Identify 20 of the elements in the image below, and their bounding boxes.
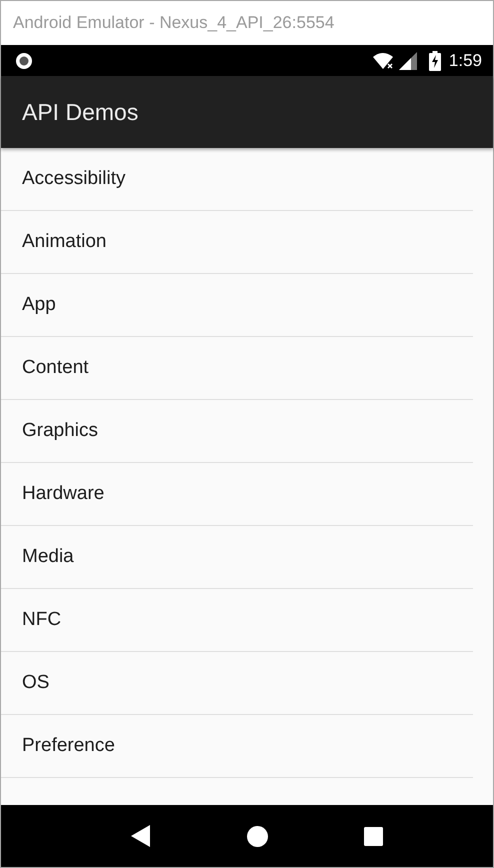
list-item[interactable]: Graphics	[1, 400, 473, 463]
back-icon[interactable]	[131, 825, 151, 847]
home-icon[interactable]	[247, 826, 268, 846]
app-title: API Demos	[22, 98, 138, 126]
battery-charging-icon	[428, 50, 441, 70]
wifi-icon	[372, 52, 395, 68]
list-item[interactable]: Content	[1, 337, 473, 400]
list-item[interactable]: Hardware	[1, 463, 473, 526]
list-item[interactable]: App	[1, 274, 473, 337]
list-item[interactable]: OS	[1, 652, 473, 715]
list-item[interactable]: Preference	[1, 715, 473, 778]
list-item[interactable]: Accessibility	[1, 148, 473, 211]
record-icon	[15, 52, 33, 70]
status-time: 1:59	[448, 50, 482, 70]
list-item[interactable]: Animation	[1, 211, 473, 274]
signal-icon	[398, 52, 417, 70]
window-title: Android Emulator - Nexus_4_API_26:5554	[13, 13, 334, 33]
overview-icon[interactable]	[364, 826, 383, 846]
list-item[interactable]: Media	[1, 526, 473, 589]
list-item[interactable]: NFC	[1, 589, 473, 652]
